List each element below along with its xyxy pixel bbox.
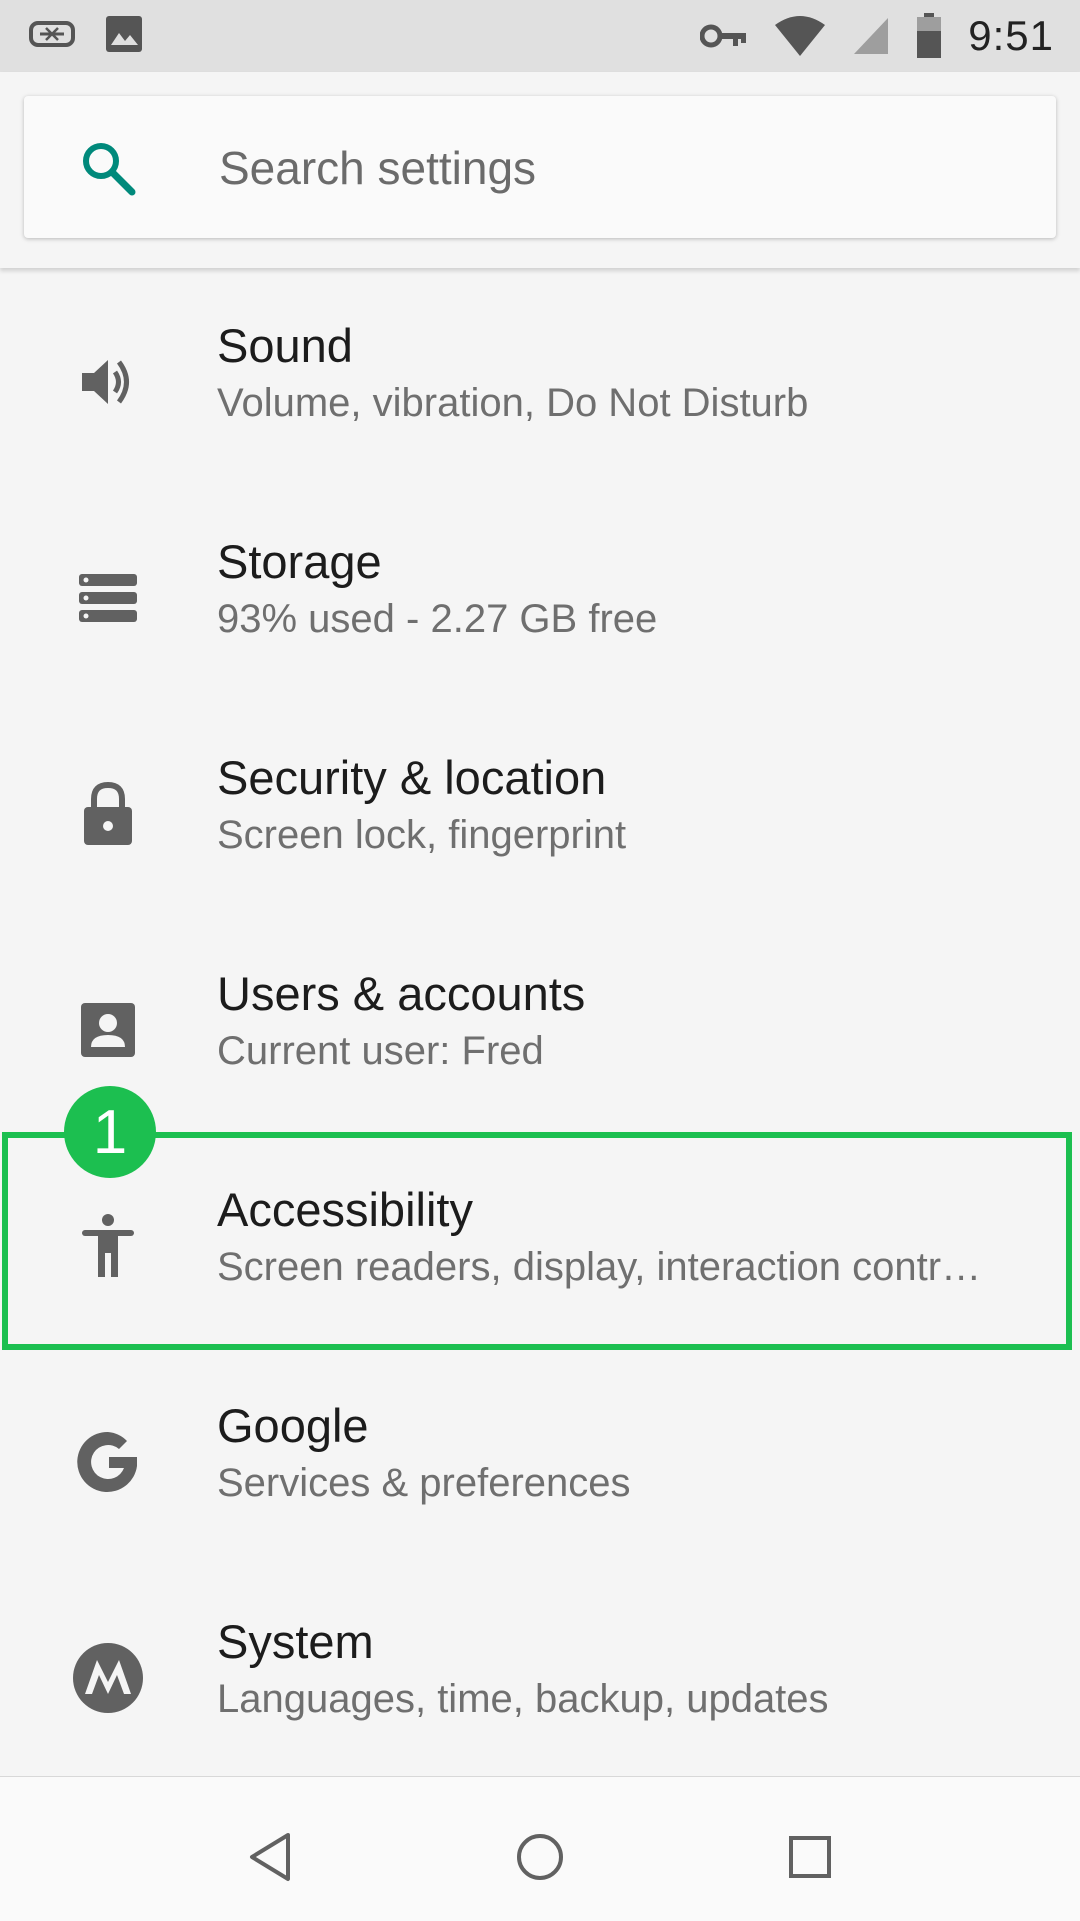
wifi-icon [774, 15, 826, 57]
item-subtitle: Screen lock, fingerprint [217, 813, 627, 857]
lock-icon [72, 778, 144, 850]
settings-item-sound[interactable]: Sound Volume, vibration, Do Not Disturb [0, 268, 1080, 484]
settings-item-system[interactable]: System Languages, time, backup, updates [0, 1564, 1080, 1780]
search-input[interactable] [217, 132, 1021, 204]
item-title: Storage [217, 535, 382, 588]
vpn-key-icon [700, 21, 748, 51]
item-subtitle: Current user: Fred [217, 1029, 544, 1073]
account-icon [72, 994, 144, 1066]
status-time: 9:51 [968, 12, 1054, 59]
settings-list: Sound Volume, vibration, Do Not Disturb … [0, 268, 1080, 1780]
item-subtitle: 93% used - 2.27 GB free [217, 597, 658, 641]
vr-headset-icon [28, 14, 76, 54]
settings-item-accessibility[interactable]: Accessibility Screen readers, display, i… [0, 1132, 1080, 1348]
step-badge: 1 [64, 1086, 156, 1178]
motorola-icon [72, 1642, 144, 1714]
settings-item-security[interactable]: Security & location Screen lock, fingerp… [0, 700, 1080, 916]
item-title: Sound [217, 319, 353, 372]
item-subtitle: Services & preferences [217, 1461, 631, 1505]
search-header [0, 72, 1080, 268]
back-icon[interactable] [230, 1817, 310, 1897]
item-title: Accessibility [217, 1183, 473, 1236]
item-subtitle: Volume, vibration, Do Not Disturb [217, 381, 809, 425]
image-icon [104, 14, 144, 54]
storage-icon [72, 562, 144, 634]
navigation-bar [0, 1776, 1080, 1921]
signal-icon [852, 16, 890, 56]
recents-icon[interactable] [770, 1817, 850, 1897]
volume-icon [72, 346, 144, 418]
google-icon [72, 1426, 144, 1498]
item-title: Security & location [217, 751, 607, 804]
settings-item-google[interactable]: Google Services & preferences [0, 1348, 1080, 1564]
home-icon[interactable] [500, 1817, 580, 1897]
status-bar: 9:51 [0, 0, 1080, 72]
accessibility-icon [72, 1210, 144, 1282]
item-subtitle: Screen readers, display, interaction con… [217, 1245, 982, 1289]
settings-item-storage[interactable]: Storage 93% used - 2.27 GB free [0, 484, 1080, 700]
search-icon[interactable] [78, 138, 138, 203]
search-bar[interactable] [24, 96, 1056, 238]
item-title: Google [217, 1399, 369, 1452]
item-subtitle: Languages, time, backup, updates [217, 1677, 829, 1721]
item-title: Users & accounts [217, 967, 586, 1020]
battery-icon [916, 13, 942, 59]
item-title: System [217, 1615, 374, 1668]
settings-item-users[interactable]: Users & accounts Current user: Fred [0, 916, 1080, 1132]
